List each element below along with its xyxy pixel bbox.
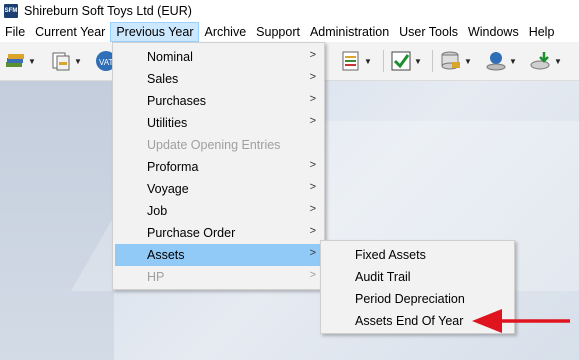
chevron-right-icon: >	[309, 93, 316, 105]
chevron-right-icon: >	[309, 203, 316, 215]
toolbar-button-checklist[interactable]: ▼	[390, 49, 422, 73]
chevron-down-icon: ▼	[554, 56, 562, 66]
app-logo-icon: SFM	[4, 4, 18, 18]
menu-item-label: Job	[147, 204, 168, 218]
menu-help[interactable]: Help	[524, 22, 560, 42]
chevron-right-icon: >	[309, 269, 316, 281]
red-arrow-annotation-icon	[472, 309, 570, 333]
window-title: Shireburn Soft Toys Ltd (EUR)	[24, 4, 192, 18]
menu-item-label: HP	[147, 270, 165, 284]
chevron-right-icon: >	[309, 71, 316, 83]
checklist-icon	[390, 50, 412, 72]
menu-item-label: Update Opening Entries	[147, 138, 281, 152]
menu-item-assets[interactable]: Assets >	[115, 244, 322, 266]
chevron-right-icon: >	[309, 115, 316, 127]
toolbar-button-download-disk[interactable]: ▼	[530, 49, 562, 73]
menu-item-label: Purchase Order	[147, 226, 236, 240]
menu-item-label: Proforma	[147, 160, 199, 174]
menu-item-label: Voyage	[147, 182, 189, 196]
menu-item-label: Purchases	[147, 94, 207, 108]
menu-item-job[interactable]: Job >	[115, 200, 322, 222]
menu-item-purchase-order[interactable]: Purchase Order >	[115, 222, 322, 244]
submenu-item-fixed-assets[interactable]: Fixed Assets	[323, 244, 512, 266]
menu-user-tools[interactable]: User Tools	[394, 22, 463, 42]
chevron-down-icon: ▼	[28, 56, 36, 66]
ledger-stack-icon	[4, 50, 26, 72]
menu-previous-year[interactable]: Previous Year	[110, 22, 200, 42]
menu-file[interactable]: File	[0, 22, 30, 42]
submenu-item-audit-trail[interactable]: Audit Trail	[323, 266, 512, 288]
menu-support[interactable]: Support	[251, 22, 305, 42]
menu-archive[interactable]: Archive	[199, 22, 251, 42]
chevron-right-icon: >	[309, 247, 316, 259]
menu-administration[interactable]: Administration	[305, 22, 394, 42]
database-icon	[440, 50, 462, 72]
toolbar-button-database[interactable]: ▼	[440, 49, 472, 73]
documents-icon	[50, 50, 72, 72]
chevron-right-icon: >	[309, 49, 316, 61]
workspace-shade	[0, 81, 114, 360]
menu-item-proforma[interactable]: Proforma >	[115, 156, 322, 178]
title-bar: SFM Shireburn Soft Toys Ltd (EUR)	[0, 0, 579, 22]
menu-item-sales[interactable]: Sales >	[115, 68, 322, 90]
chevron-down-icon: ▼	[464, 56, 472, 66]
menu-item-hp[interactable]: HP >	[115, 266, 322, 288]
chevron-down-icon: ▼	[364, 56, 372, 66]
menu-item-update-opening-entries[interactable]: Update Opening Entries	[115, 134, 322, 156]
menu-item-label: Sales	[147, 72, 179, 86]
toolbar-separator	[383, 50, 384, 72]
menu-bar: File Current Year Previous Year Archive …	[0, 22, 579, 42]
toolbar-separator	[432, 50, 433, 72]
user-disk-icon	[485, 50, 507, 72]
menu-item-label: Nominal	[147, 50, 193, 64]
menu-windows[interactable]: Windows	[463, 22, 524, 42]
menu-item-utilities[interactable]: Utilities >	[115, 112, 322, 134]
menu-item-nominal[interactable]: Nominal >	[115, 46, 322, 68]
menu-current-year[interactable]: Current Year	[30, 22, 110, 42]
chevron-right-icon: >	[309, 181, 316, 193]
chevron-right-icon: >	[309, 159, 316, 171]
chevron-right-icon: >	[309, 225, 316, 237]
previous-year-dropdown: Nominal > Sales > Purchases > Utilities …	[112, 42, 325, 290]
chevron-down-icon: ▼	[74, 56, 82, 66]
chevron-down-icon: ▼	[509, 56, 517, 66]
chevron-down-icon: ▼	[414, 56, 422, 66]
download-disk-icon	[530, 50, 552, 72]
menu-item-purchases[interactable]: Purchases >	[115, 90, 322, 112]
notes-icon	[340, 50, 362, 72]
toolbar-button-user-disk[interactable]: ▼	[485, 49, 517, 73]
toolbar-button-ledgers[interactable]: ▼	[4, 49, 36, 73]
menu-item-voyage[interactable]: Voyage >	[115, 178, 322, 200]
menu-item-label: Assets	[147, 248, 185, 262]
toolbar-button-notes[interactable]: ▼	[340, 49, 372, 73]
toolbar-button-documents[interactable]: ▼	[50, 49, 82, 73]
submenu-item-period-depreciation[interactable]: Period Depreciation	[323, 288, 512, 310]
menu-item-label: Utilities	[147, 116, 188, 130]
